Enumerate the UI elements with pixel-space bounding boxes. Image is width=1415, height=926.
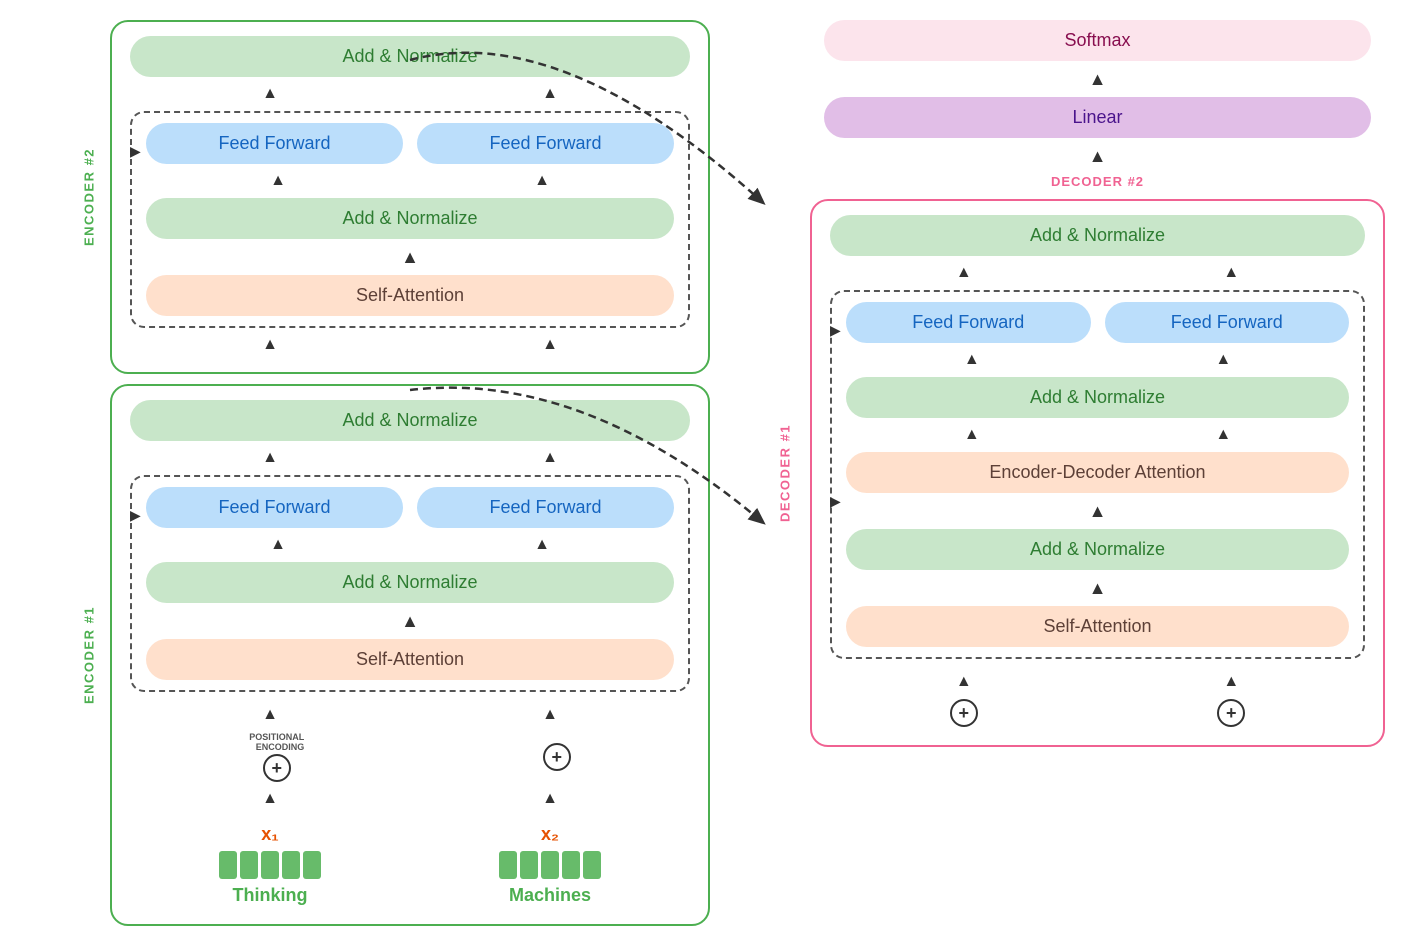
plus-circle-left: + — [263, 754, 291, 782]
encoder1-block: ENCODER #1 Add & Normalize ▲ ▲ ▶ Feed Fo… — [110, 384, 710, 926]
dec1-add-norm-top: Add & Normalize — [830, 215, 1365, 256]
dec1-ff-left: Feed Forward — [846, 302, 1091, 343]
decoder1-block: DECODER #1 Add & Normalize ▲ ▲ ▶ Feed Fo… — [810, 199, 1385, 747]
arrow-enc2-mid-left: ▲ — [146, 172, 410, 190]
dec1-self-attention: Self-Attention — [846, 606, 1349, 647]
dec-plus-circle-left: + — [950, 699, 978, 727]
encoders-side: ENCODER #2 Add & Normalize ▲ ▲ ▶ Feed Fo… — [30, 20, 710, 926]
enc2-add-norm-top: Add & Normalize — [130, 36, 690, 77]
dec1-dashed-box: ▶ Feed Forward Feed Forward ▲ ▲ Add & No… — [830, 290, 1365, 659]
arrow-enc2-ff-left: ▲ — [130, 85, 410, 103]
enc1-dashed-box: ▶ Feed Forward Feed Forward ▲ ▲ Add & No… — [130, 475, 690, 692]
dec1-add-norm-bot: Add & Normalize — [846, 529, 1349, 570]
arrow-enc1-word-left: ▲ — [130, 790, 410, 808]
arrow-dec1-ff-left: ▲ — [830, 264, 1098, 282]
arrow-enc2-self-attn: ▲ — [401, 247, 419, 267]
arrow-dec1-self-attn: ▲ — [1089, 578, 1107, 598]
main-container: ENCODER #2 Add & Normalize ▲ ▲ ▶ Feed Fo… — [0, 0, 1415, 804]
dec-plus-circle-right: + — [1217, 699, 1245, 727]
softmax-pill: Softmax — [824, 20, 1370, 61]
dec1-ff-right: Feed Forward — [1105, 302, 1350, 343]
encoder2-block: ENCODER #2 Add & Normalize ▲ ▲ ▶ Feed Fo… — [110, 20, 710, 374]
arrow-enc1-word-right: ▲ — [410, 790, 690, 808]
pos-enc-label: POSITIONALENCODING — [249, 732, 304, 752]
plus-circle-right: + — [543, 743, 571, 771]
enc2-ff-right: Feed Forward — [417, 123, 674, 164]
decoder1-label: DECODER #1 — [778, 424, 793, 522]
arrow-dec1-enc-dec-left: ▲ — [846, 426, 1098, 444]
decoder2-label: DECODER #2 — [1051, 174, 1144, 189]
arrow-dec1-mid-left: ▲ — [846, 351, 1098, 369]
arrow-enc2-mid-right: ▲ — [410, 172, 674, 190]
arrow-enc1-ff-left: ▲ — [130, 449, 410, 467]
dec1-add-norm-mid: Add & Normalize — [846, 377, 1349, 418]
arrow-dec1-add-norm-bot: ▲ — [1089, 501, 1107, 521]
enc2-dashed-box: ▶ Feed Forward Feed Forward ▲ ▲ Add & No… — [130, 111, 690, 328]
enc1-ff-left: Feed Forward — [146, 487, 403, 528]
enc2-ff-left: Feed Forward — [146, 123, 403, 164]
arrow-dec1-mid-right: ▲ — [1098, 351, 1350, 369]
enc1-add-norm-mid: Add & Normalize — [146, 562, 674, 603]
arrow-linear: ▲ — [1089, 146, 1107, 166]
arrow-dec1-enc-dec-right: ▲ — [1098, 426, 1350, 444]
enc1-self-attention: Self-Attention — [146, 639, 674, 680]
encoder2-label: ENCODER #2 — [82, 148, 97, 246]
encoder1-label: ENCODER #1 — [82, 606, 97, 704]
enc1-add-norm-top: Add & Normalize — [130, 400, 690, 441]
linear-pill: Linear — [824, 97, 1370, 138]
arrow-enc2-in-right: ▲ — [410, 336, 690, 354]
arrow-enc1-self-attn: ▲ — [401, 611, 419, 631]
arrow-dec1-ff-right: ▲ — [1098, 264, 1366, 282]
x2-bars — [499, 851, 601, 879]
x2-label: x₂ — [541, 824, 559, 845]
input-x2: x₂ Machines — [499, 824, 601, 906]
dec1-enc-dec-attention: Encoder-Decoder Attention — [846, 452, 1349, 493]
enc2-self-attention: Self-Attention — [146, 275, 674, 316]
x1-bars — [219, 851, 321, 879]
arrow-dec1-plus-right: ▲ — [1098, 673, 1366, 691]
enc1-ff-right: Feed Forward — [417, 487, 674, 528]
x1-word: Thinking — [233, 885, 308, 906]
arrow-enc1-plus-right: ▲ — [410, 706, 690, 724]
enc2-add-norm-mid: Add & Normalize — [146, 198, 674, 239]
input-x1: x₁ Thinking — [219, 824, 321, 906]
arrow-softmax: ▲ — [1089, 69, 1107, 89]
arrow-enc2-ff-right: ▲ — [410, 85, 690, 103]
arrow-enc1-mid-right: ▲ — [410, 536, 674, 554]
arrow-dec1-plus-left: ▲ — [830, 673, 1098, 691]
x1-label: x₁ — [261, 824, 278, 845]
arrow-enc1-plus-left: ▲ — [130, 706, 410, 724]
arrow-enc2-in-left: ▲ — [130, 336, 410, 354]
x2-word: Machines — [509, 885, 591, 906]
arrow-enc1-ff-right: ▲ — [410, 449, 690, 467]
decoders-side: Softmax ▲ Linear ▲ DECODER #2 DECODER #1… — [810, 20, 1385, 747]
arrow-enc1-mid-left: ▲ — [146, 536, 410, 554]
